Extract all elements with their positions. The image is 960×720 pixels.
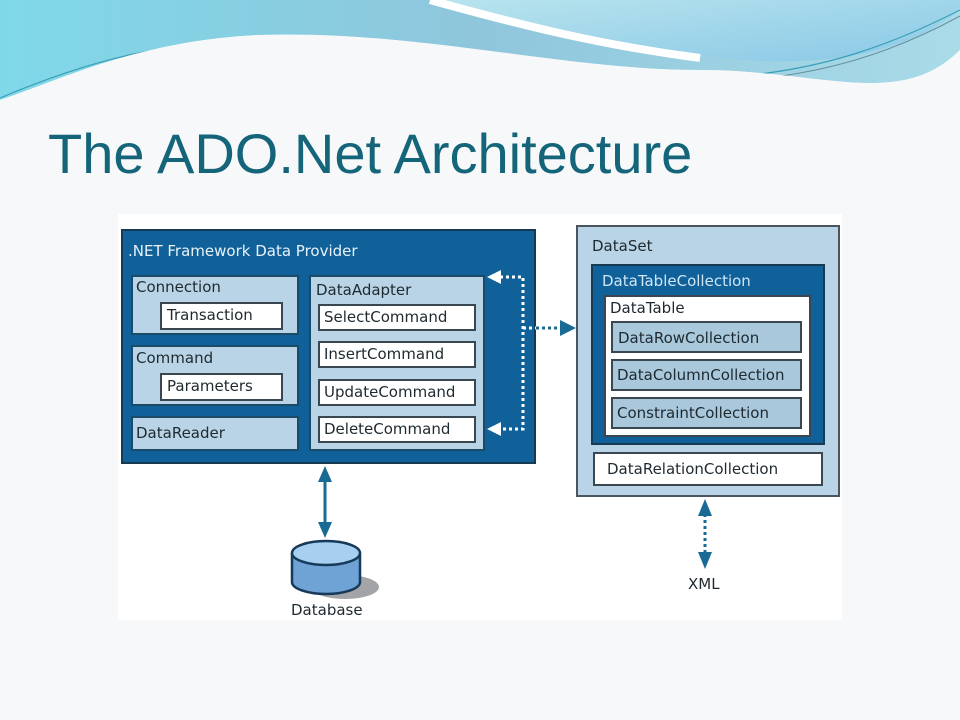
constraintcollection-label: ConstraintCollection [617, 404, 769, 422]
connection-label: Connection [136, 278, 221, 296]
datarelationcollection-label: DataRelationCollection [607, 460, 779, 478]
datatable-label: DataTable [610, 299, 685, 317]
datacolumncollection-label: DataColumnCollection [617, 366, 785, 384]
transaction-label: Transaction [167, 306, 253, 324]
deletecommand-label: DeleteCommand [324, 420, 451, 438]
data-provider-label: .NET Framework Data Provider [128, 242, 358, 260]
xml-label: XML [688, 575, 720, 593]
command-label: Command [136, 349, 214, 367]
dataadapter-label: DataAdapter [316, 281, 412, 299]
slide-title: The ADO.Net Architecture [48, 122, 693, 185]
header-wave-decoration [0, 0, 960, 120]
database-label: Database [291, 601, 363, 619]
datareader-label: DataReader [136, 424, 225, 442]
datarowcollection-label: DataRowCollection [618, 329, 760, 347]
datatablecollection-label: DataTableCollection [602, 272, 751, 290]
insertcommand-label: InsertCommand [324, 345, 445, 363]
dataset-label: DataSet [592, 237, 653, 255]
selectcommand-label: SelectCommand [324, 308, 448, 326]
updatecommand-label: UpdateCommand [324, 383, 456, 401]
parameters-label: Parameters [167, 377, 253, 395]
